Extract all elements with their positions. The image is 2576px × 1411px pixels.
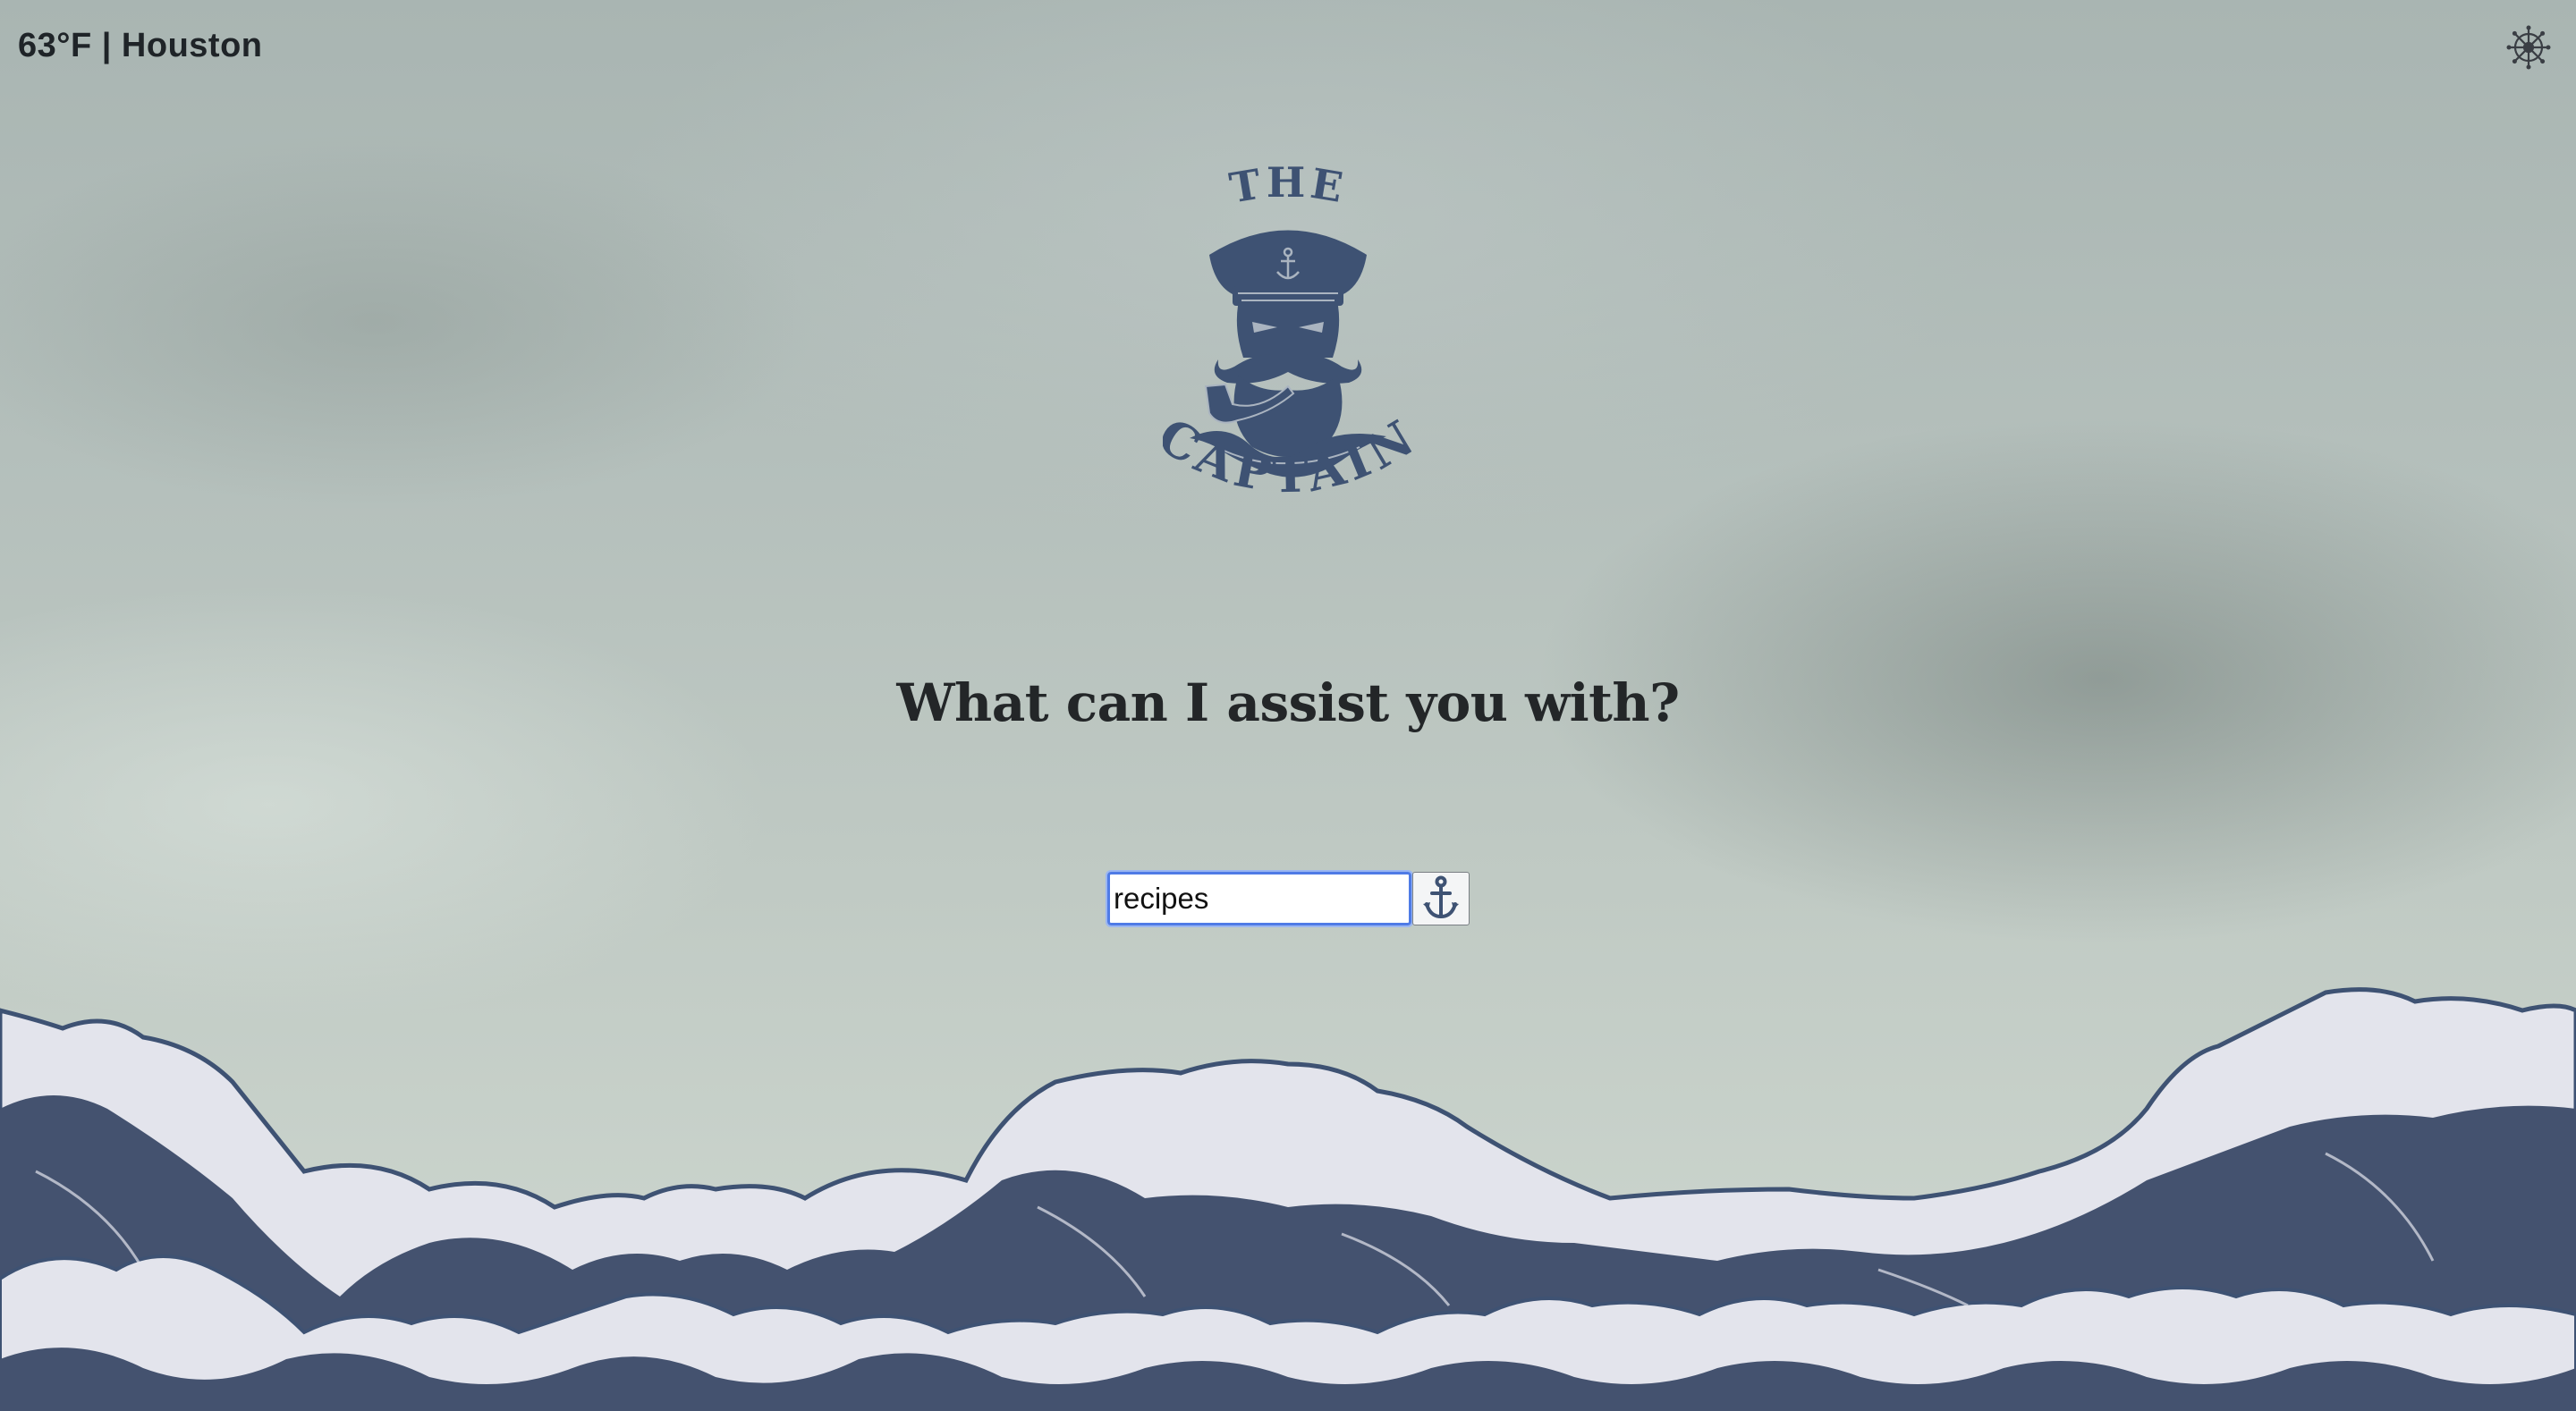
logo-top-text: THE — [1226, 158, 1346, 213]
settings-button[interactable] — [2506, 25, 2551, 70]
ship-wheel-icon — [2506, 25, 2551, 70]
search-submit-button[interactable] — [1412, 872, 1470, 925]
ocean-waves-illustration — [0, 987, 2576, 1411]
captain-logo: THE CAPTAIN — [1148, 152, 1423, 545]
weather-readout: 63°F | Houston — [18, 27, 263, 64]
page-heading: What can I assist you with? — [896, 672, 1680, 733]
anchor-icon — [1423, 875, 1459, 918]
search-input[interactable] — [1106, 870, 1413, 927]
captain-logo-icon: THE CAPTAIN — [1148, 158, 1423, 503]
svg-text:THE: THE — [1226, 158, 1350, 213]
search-bar — [1106, 870, 1470, 927]
